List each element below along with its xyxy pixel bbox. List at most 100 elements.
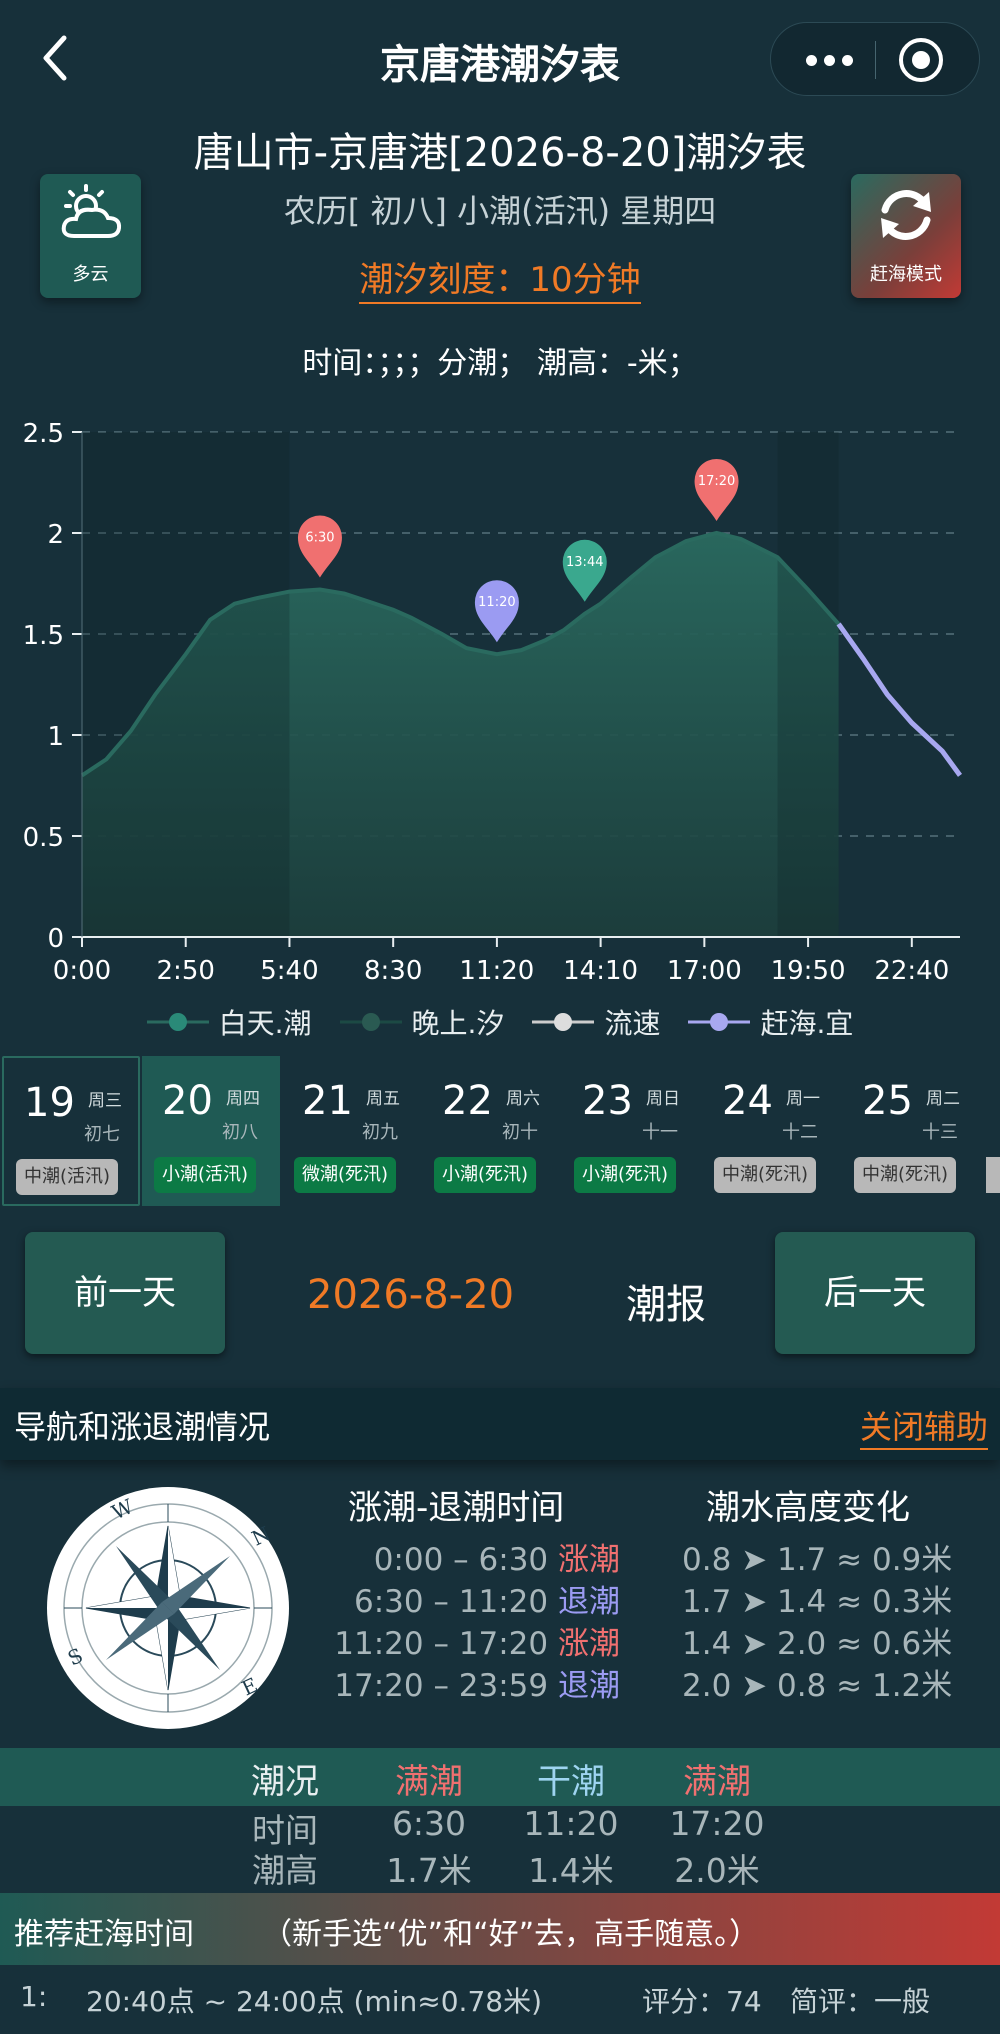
page-title: 唐山市-京唐港[2026-8-20]潮汐表 [193,130,807,176]
day-weekday: 周日 [646,1089,680,1109]
close-miniprogram-icon[interactable] [899,38,943,82]
day-item-22[interactable]: 22 周六 初十 小潮(死汛) [422,1056,560,1206]
day-weekday: 周一 [786,1089,820,1109]
tide-time-range: 6:30 – 11:20 [353,1584,549,1620]
height-change-row: 0.8 ➤ 1.7 ≈ 0.9米 [682,1542,953,1578]
day-lunar: 初九 [362,1122,398,1143]
day-selector: 19 周三 初七 中潮(活汛) 20 周四 初八 小潮(活汛) 21 周五 初九 微潮(死汛) 22 周六… [0,1050,1000,1210]
section-title: 导航和涨退潮情况 [14,1408,271,1446]
legend-label-flow: 流速 [604,1007,661,1040]
recommend-hint: （新手选“优”和“好”去，高手随意。） [262,1917,760,1952]
recommend-time: 20:40点 ~ 24:00点 (min≈0.78米) [86,1985,542,2018]
weather-button[interactable]: 多云 [40,174,141,298]
prev-day-button[interactable]: 前一天 [25,1232,225,1354]
height-change-header: 潮水高度变化 [706,1488,910,1528]
status-time-2: 11:20 [523,1804,619,1843]
tide-marker-1344[interactable]: 13:44 [562,539,607,602]
x-tick-label: 5:40 [260,956,318,986]
tide-marker-1720[interactable]: 17:20 [694,458,739,521]
day-number: 21 [302,1078,353,1124]
tide-time-range: 11:20 – 17:20 [334,1626,549,1662]
sea-mode-label: 赶海模式 [870,264,942,285]
day-number: 20 [162,1078,213,1124]
recommend-review: 简评：一般 [790,1985,931,2018]
recommend-item[interactable]: 1: 20:40点 ~ 24:00点 (min≈0.78米) 评分：74 简评：… [0,1972,1000,2022]
day-weekday: 周四 [226,1089,260,1109]
y-tick-label: 1.5 [23,621,64,651]
x-tick-label: 11:20 [459,956,534,986]
height-change-row: 2.0 ➤ 0.8 ≈ 1.2米 [682,1668,953,1704]
day-tide-badge-next [986,1157,1000,1193]
y-tick-label: 2 [47,520,64,550]
day-lunar: 十二 [782,1122,818,1143]
recommend-bar: 推荐赶海时间 （新手选“优”和“好”去，高手随意。） [0,1893,1000,1965]
legend-item-day[interactable]: 白天.潮 [146,1000,312,1044]
map-pin-icon [474,580,519,643]
legend-label-night: 晚上.汐 [411,1007,505,1040]
navigation-section-bar: 导航和涨退潮情况 关闭辅助 [0,1388,1000,1460]
marker-label: 11:20 [478,595,515,610]
x-tick-label: 17:00 [667,956,742,986]
tide-marker-630[interactable]: 6:30 [297,515,342,578]
compass-icon: W E S N [47,1487,289,1729]
day-tide-badge: 小潮(死汛) [574,1157,677,1193]
tide-state: 涨潮 [558,1626,620,1662]
day-item-24[interactable]: 24 周一 十二 中潮(死汛) [702,1056,840,1206]
day-lunar: 初十 [502,1122,538,1143]
sea-mode-button[interactable]: 赶海模式 [851,174,961,298]
legend-night-icon [339,1013,402,1031]
day-weekday: 周二 [926,1089,960,1109]
status-time-1: 6:30 [391,1804,467,1843]
day-item-25[interactable]: 25 周二 十三 中潮(死汛) [842,1056,980,1206]
height-change-row: 1.4 ➤ 2.0 ≈ 0.6米 [682,1626,953,1662]
tide-chart[interactable]: 0 0.5 1 1.5 2 2.5 0:00 2:50 5:40 8:30 11:20 14:10 17… [0,400,1000,1050]
status-high-1: 满潮 [395,1762,463,1802]
recommend-score: 评分：74 [642,1985,762,2018]
y-tick-label: 2.5 [23,419,64,449]
tide-times-header: 涨潮-退潮时间 [348,1488,565,1528]
tide-scale-text[interactable]: 潮汐刻度：10分钟 [359,260,641,304]
current-date: 2026-8-20 [307,1272,515,1318]
tide-scale[interactable]: 潮汐刻度：10分钟 [0,252,1000,304]
day-number: 25 [862,1078,913,1124]
status-height-3: 2.0米 [674,1851,760,1890]
more-dot-icon [823,54,835,66]
close-assist-link[interactable]: 关闭辅助 [859,1402,988,1450]
legend-day-icon [146,1013,209,1031]
cloud-sun-icon [61,184,122,238]
day-number: 19 [24,1080,75,1126]
tide-report-link[interactable]: 潮报 [626,1272,706,1330]
x-tick-label: 19:50 [771,956,846,986]
nav-bar: 京唐港潮汐表 [0,0,1000,120]
night-shade-morning [82,432,290,937]
weather-label: 多云 [72,264,109,285]
day-item-21[interactable]: 21 周五 初九 微潮(死汛) [282,1056,420,1206]
night-shade-evening [777,432,839,937]
tide-time-row: 6:30 – 11:20 退潮 [320,1576,620,1621]
next-day-button[interactable]: 后一天 [775,1232,975,1354]
more-dot-icon [805,54,817,66]
chart-legend: 白天.潮 晚上.汐 流速 赶海.宜 [0,1000,1000,1044]
tide-marker-1120[interactable]: 11:20 [474,580,519,643]
marker-label: 17:20 [698,474,735,489]
day-lunar: 初八 [222,1122,258,1143]
capsule-divider [875,41,876,79]
day-lunar: 初七 [84,1124,120,1145]
status-height-2: 1.4米 [528,1851,614,1890]
day-item-20[interactable]: 20 周四 初八 小潮(活汛) [142,1056,280,1206]
day-item-23[interactable]: 23 周日 十一 小潮(死汛) [562,1056,700,1206]
legend-label-sea: 赶海.宜 [760,1007,854,1040]
legend-item-sea[interactable]: 赶海.宜 [688,1000,853,1044]
x-tick-label: 0:00 [53,956,111,986]
day-number: 22 [442,1078,493,1124]
y-tick-label: 0 [47,924,64,954]
more-button[interactable] [791,23,867,97]
day-weekday: 周五 [366,1089,400,1109]
legend-item-flow[interactable]: 流速 [532,1000,660,1044]
tide-time-row: 11:20 – 17:20 涨潮 [320,1618,620,1663]
day-tide-badge: 小潮(死汛) [434,1157,537,1193]
day-item-19[interactable]: 19 周三 初七 中潮(活汛) [2,1056,140,1206]
day-lunar: 十一 [642,1122,678,1143]
legend-item-night[interactable]: 晚上.汐 [339,1000,505,1044]
x-tick-label: 8:30 [364,956,422,986]
